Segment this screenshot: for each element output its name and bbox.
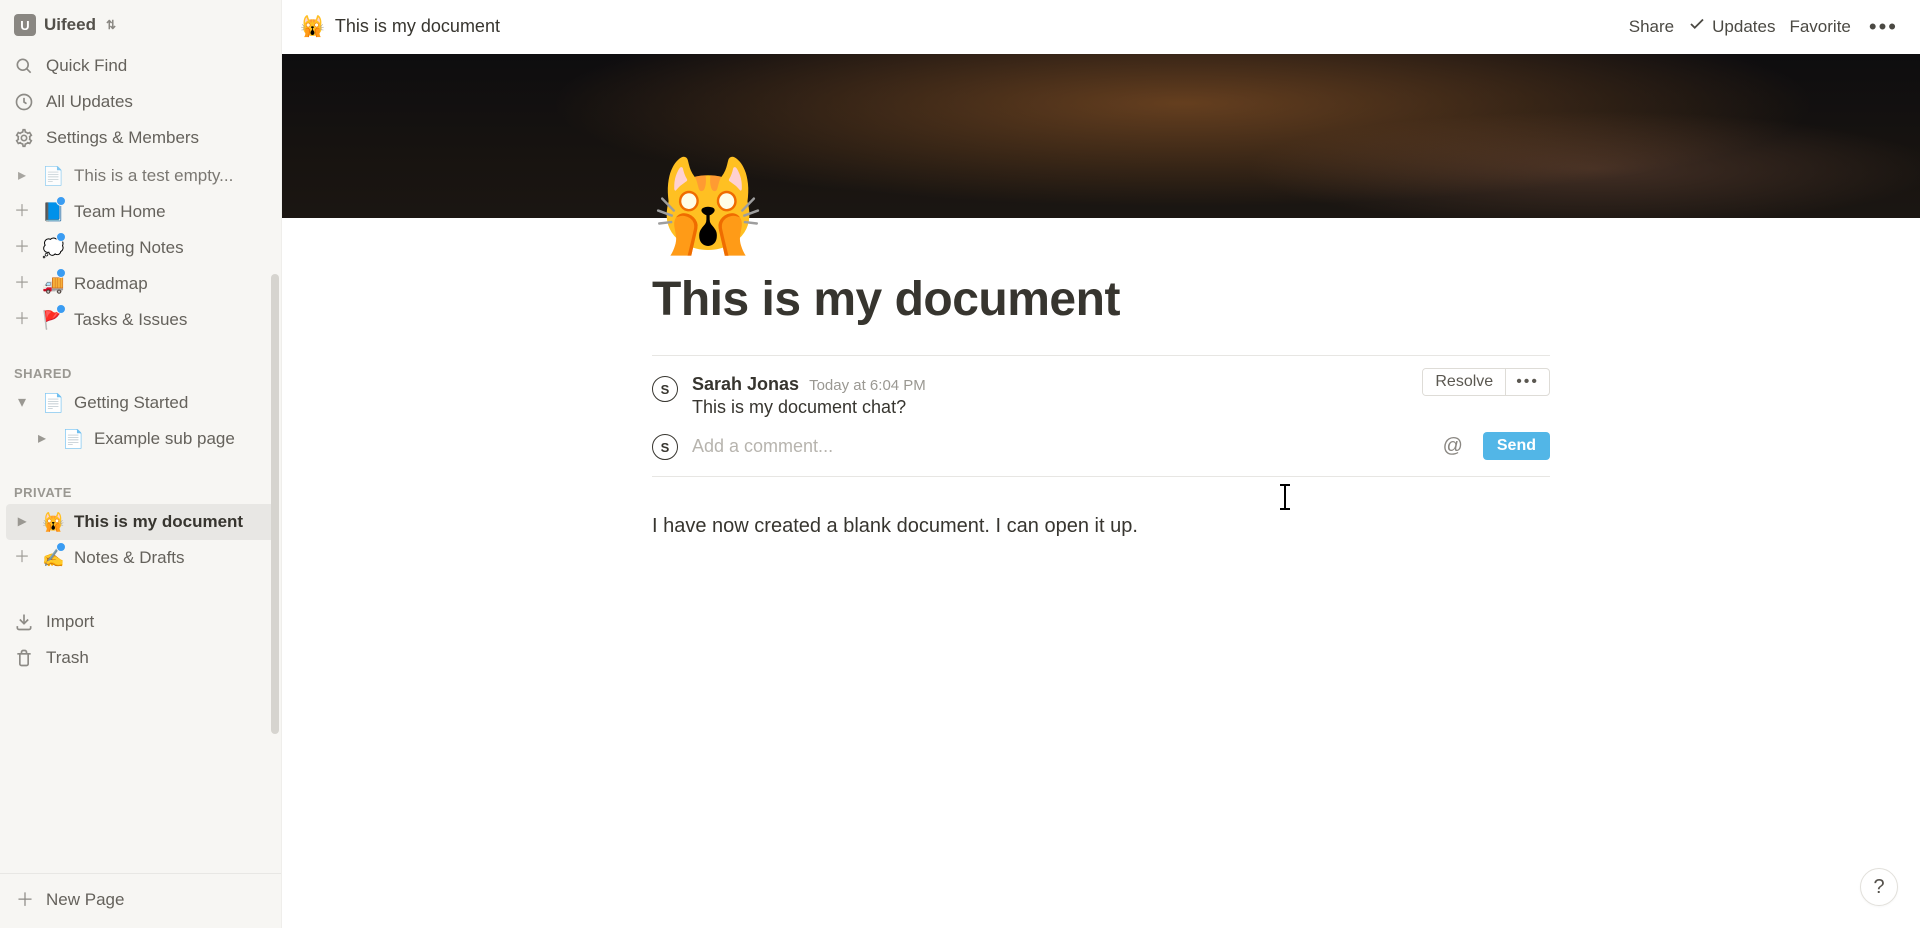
add-page-icon[interactable]: ＋	[12, 234, 32, 262]
page-label: Example sub page	[94, 425, 267, 453]
page-icon: 🚚	[42, 270, 64, 298]
page-item-notes-drafts[interactable]: ＋ ✍️ Notes & Drafts	[6, 540, 275, 576]
page-label: This is my document	[74, 508, 267, 536]
nav-import-label: Import	[46, 608, 94, 636]
avatar: S	[652, 376, 678, 402]
add-page-icon[interactable]: ＋	[12, 544, 32, 572]
chevron-updown-icon: ⇅	[106, 18, 116, 32]
chevron-right-icon[interactable]: ▸	[12, 162, 32, 190]
page-item-team-home[interactable]: ＋ 📘 Team Home	[6, 194, 275, 230]
page-icon: 🚩	[42, 306, 64, 334]
chevron-right-icon[interactable]: ▸	[12, 508, 32, 536]
search-icon	[14, 56, 36, 76]
import-icon	[14, 612, 36, 632]
nav-all-updates[interactable]: All Updates	[6, 84, 275, 120]
add-page-icon[interactable]: ＋	[12, 306, 32, 334]
share-label: Share	[1629, 17, 1674, 37]
chevron-down-icon[interactable]: ▾	[12, 389, 32, 417]
section-shared-label: SHARED	[0, 348, 281, 385]
comment-more-button[interactable]: •••	[1506, 369, 1549, 395]
nav-quick-find-label: Quick Find	[46, 52, 127, 80]
nav-settings-members[interactable]: Settings & Members	[6, 120, 275, 156]
page-label: Getting Started	[74, 389, 267, 417]
favorite-label: Favorite	[1789, 17, 1850, 37]
favorite-button[interactable]: Favorite	[1789, 17, 1850, 37]
breadcrumb-title: This is my document	[335, 16, 500, 37]
send-button[interactable]: Send	[1483, 432, 1550, 460]
page-icon: 📘	[42, 198, 64, 226]
page-icon: 📄	[42, 162, 64, 190]
page-icon: ✍️	[42, 544, 64, 572]
gear-icon	[14, 128, 36, 148]
page-label: Team Home	[74, 198, 267, 226]
updates-button[interactable]: Updates	[1688, 15, 1775, 38]
page-cover[interactable]	[282, 54, 1920, 218]
updates-label: Updates	[1712, 17, 1775, 37]
sidebar: U Uifeed ⇅ Quick Find All Updates	[0, 0, 282, 928]
page-label: Notes & Drafts	[74, 544, 267, 572]
page-item-tasks-issues[interactable]: ＋ 🚩 Tasks & Issues	[6, 302, 275, 338]
page-icon: 📄	[42, 389, 64, 417]
comment-input[interactable]	[692, 436, 1423, 457]
page-icon: 📄	[62, 425, 84, 453]
nav-settings-label: Settings & Members	[46, 124, 199, 152]
comment-author: Sarah Jonas	[692, 374, 799, 395]
comment-input-row: S @ Send	[652, 432, 1550, 460]
avatar: S	[652, 434, 678, 460]
nav-all-updates-label: All Updates	[46, 88, 133, 116]
comment-row: S Sarah Jonas Today at 6:04 PM This is m…	[652, 374, 1550, 418]
workspace-name: Uifeed	[44, 15, 96, 35]
comment-time: Today at 6:04 PM	[809, 377, 926, 394]
add-page-icon[interactable]: ＋	[12, 198, 32, 226]
nav-new-page[interactable]: ＋ New Page	[6, 882, 275, 918]
breadcrumb-emoji: 🙀	[300, 14, 325, 39]
nav-trash[interactable]: Trash	[6, 640, 275, 676]
page-emoji[interactable]: 🙀	[652, 162, 762, 252]
breadcrumb[interactable]: 🙀 This is my document	[300, 14, 500, 39]
document-body[interactable]: I have now created a blank document. I c…	[652, 511, 1550, 541]
page-label: Roadmap	[74, 270, 267, 298]
comment-thread: Resolve ••• S Sarah Jonas Today at 6:04 …	[652, 355, 1550, 477]
main: 🙀 This is my document Share Updates Favo…	[282, 0, 1920, 928]
comment-actions: Resolve •••	[1422, 368, 1550, 396]
help-button[interactable]: ?	[1860, 868, 1898, 906]
nav-import[interactable]: Import	[6, 604, 275, 640]
text-caret-icon	[1284, 484, 1286, 510]
sidebar-scrollbar[interactable]	[271, 274, 279, 734]
page-icon: 🙀	[42, 508, 64, 536]
topbar: 🙀 This is my document Share Updates Favo…	[282, 0, 1920, 54]
page-label: This is a test empty...	[74, 162, 267, 190]
workspace-switcher[interactable]: U Uifeed ⇅	[0, 0, 281, 44]
clock-icon	[14, 92, 36, 112]
chevron-right-icon[interactable]: ▸	[32, 425, 52, 453]
add-page-icon[interactable]: ＋	[12, 270, 32, 298]
workspace-avatar: U	[14, 14, 36, 36]
nav-new-page-label: New Page	[46, 886, 124, 914]
nav-quick-find[interactable]: Quick Find	[6, 48, 275, 84]
page-item-test-empty[interactable]: ▸ 📄 This is a test empty...	[6, 158, 275, 194]
page-item-getting-started[interactable]: ▾ 📄 Getting Started	[6, 385, 275, 421]
page-label: Tasks & Issues	[74, 306, 267, 334]
nav-trash-label: Trash	[46, 644, 89, 672]
section-private-label: PRIVATE	[0, 467, 281, 504]
page-title[interactable]: This is my document	[652, 272, 1550, 327]
share-button[interactable]: Share	[1629, 17, 1674, 37]
trash-icon	[14, 648, 36, 668]
page-label: Meeting Notes	[74, 234, 267, 262]
mention-button[interactable]: @	[1437, 435, 1469, 458]
page-item-roadmap[interactable]: ＋ 🚚 Roadmap	[6, 266, 275, 302]
paragraph[interactable]: I have now created a blank document. I c…	[652, 511, 1550, 541]
plus-icon: ＋	[14, 886, 36, 914]
page-item-example-sub-page[interactable]: ▸ 📄 Example sub page	[6, 421, 275, 457]
more-button[interactable]: •••	[1865, 14, 1902, 40]
resolve-button[interactable]: Resolve	[1423, 369, 1505, 395]
page-item-this-is-my-document[interactable]: ▸ 🙀 This is my document	[6, 504, 275, 540]
check-icon	[1688, 15, 1706, 38]
page-item-meeting-notes[interactable]: ＋ 💭 Meeting Notes	[6, 230, 275, 266]
page-icon: 💭	[42, 234, 64, 262]
comment-text: This is my document chat?	[692, 397, 926, 418]
